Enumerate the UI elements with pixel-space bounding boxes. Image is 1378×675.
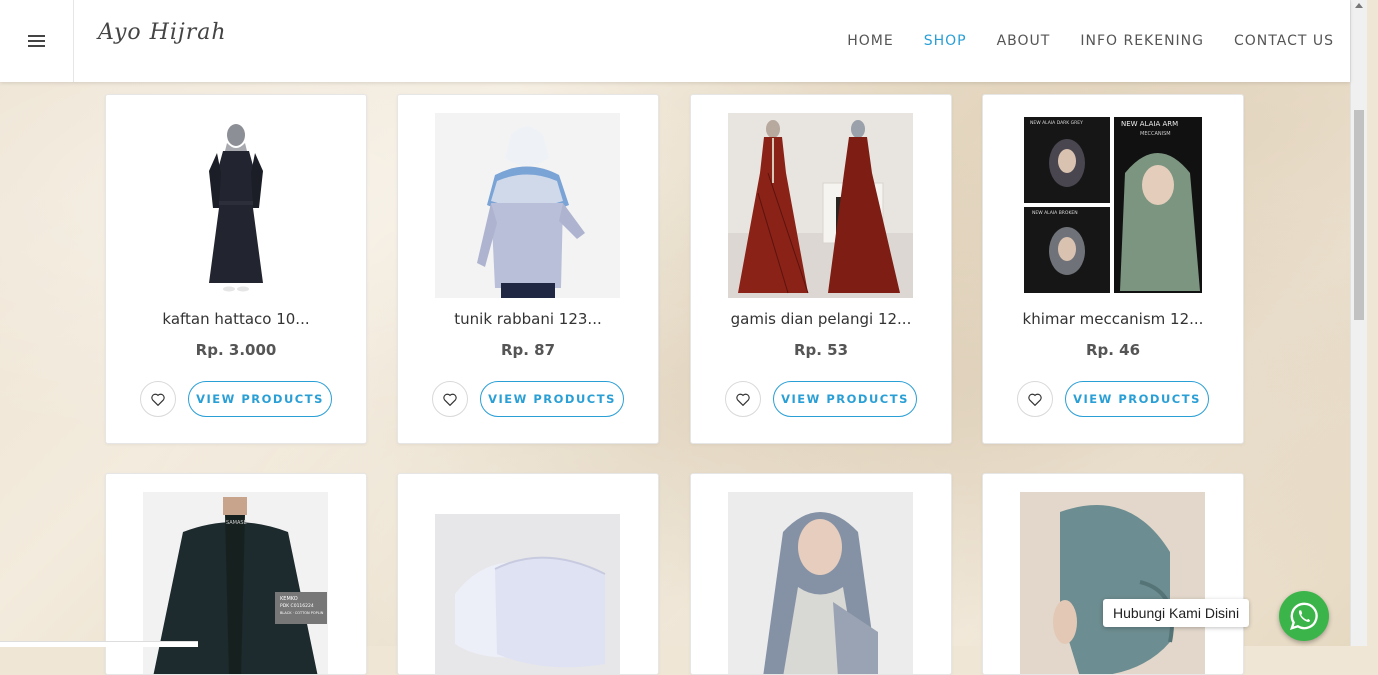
view-products-button[interactable]: VIEW PRODUCTS [188,381,332,417]
product-price: Rp. 46 [1085,341,1141,359]
khimar-caption-top-right: NEW ALAIA ARM [1121,120,1178,128]
product-card: NEW ALAIA DARK GREY NEW ALAIA ARM MECCAN… [982,94,1244,444]
product-image-hijab[interactable] [728,492,913,675]
scroll-up-arrow-icon[interactable] [1355,3,1363,8]
product-price: Rp. 53 [793,341,849,359]
koko-tag-line-3: BLACK · COTTON POPLIN [280,611,324,615]
product-name[interactable]: gamis dian pelangi 12... [691,310,951,328]
product-card [690,473,952,675]
wishlist-button[interactable] [1017,381,1053,417]
wishlist-button[interactable] [725,381,761,417]
product-card [397,473,659,675]
product-card [982,473,1244,675]
product-image-peci[interactable] [435,514,620,675]
product-name[interactable]: tunik rabbani 123... [398,310,658,328]
whatsapp-label[interactable]: Hubungi Kami Disini [1103,599,1250,627]
whatsapp-icon [1289,602,1318,630]
heart-icon [1028,393,1042,406]
khimar-caption-sub: MECCANISM [1140,131,1171,137]
product-price: Rp. 87 [500,341,556,359]
heart-icon [736,393,750,406]
wishlist-button[interactable] [140,381,176,417]
khimar-caption-bottom-left: NEW ALAIA BROKEN [1032,210,1078,216]
hamburger-icon [28,35,45,47]
product-name[interactable]: kaftan hattaco 10... [106,310,366,328]
nav-contact-us[interactable]: CONTACT US [1234,33,1334,49]
product-image-gamis[interactable] [728,113,913,298]
heart-icon [151,393,165,406]
product-card: kaftan hattaco 10... Rp. 3.000 VIEW PROD… [105,94,367,444]
product-image-koko[interactable]: SAMASE KEMKO PDK C0116224 BLACK · COTTON… [143,492,328,675]
site-logo[interactable]: Ayo Hijrah [98,20,227,45]
koko-brand-text: SAMASE [226,520,247,526]
nav-about[interactable]: ABOUT [997,33,1051,49]
product-image-tunik[interactable] [435,113,620,298]
wishlist-button[interactable] [432,381,468,417]
nav-home[interactable]: HOME [847,33,893,49]
whatsapp-button[interactable] [1279,591,1329,641]
product-card: gamis dian pelangi 12... Rp. 53 VIEW PRO… [690,94,952,444]
main-nav: HOME SHOP ABOUT INFO REKENING CONTACT US [817,0,1334,82]
view-products-button[interactable]: VIEW PRODUCTS [1065,381,1209,417]
product-name[interactable]: khimar meccanism 12... [983,310,1243,328]
view-products-button[interactable]: VIEW PRODUCTS [773,381,917,417]
nav-info-rekening[interactable]: INFO REKENING [1080,33,1204,49]
view-products-button[interactable]: VIEW PRODUCTS [480,381,624,417]
product-image-khimar[interactable]: NEW ALAIA DARK GREY NEW ALAIA ARM MECCAN… [1020,113,1205,298]
heart-icon [443,393,457,406]
koko-tag-line-1: KEMKO [280,596,298,602]
scrollbar-thumb[interactable] [1354,110,1364,320]
hamburger-menu-button[interactable] [0,0,74,82]
product-image-kaftan[interactable] [143,113,328,298]
koko-tag-line-2: PDK C0116224 [280,603,314,609]
site-header: Ayo Hijrah HOME SHOP ABOUT INFO REKENING… [0,0,1350,82]
nav-shop[interactable]: SHOP [924,33,967,49]
product-image-ciput[interactable] [1020,492,1205,675]
khimar-caption-top-left: NEW ALAIA DARK GREY [1030,120,1083,126]
product-card: tunik rabbani 123... Rp. 87 VIEW PRODUCT… [397,94,659,444]
product-price: Rp. 3.000 [195,341,277,359]
bottom-strip [0,641,198,647]
vertical-scrollbar[interactable] [1350,0,1367,646]
